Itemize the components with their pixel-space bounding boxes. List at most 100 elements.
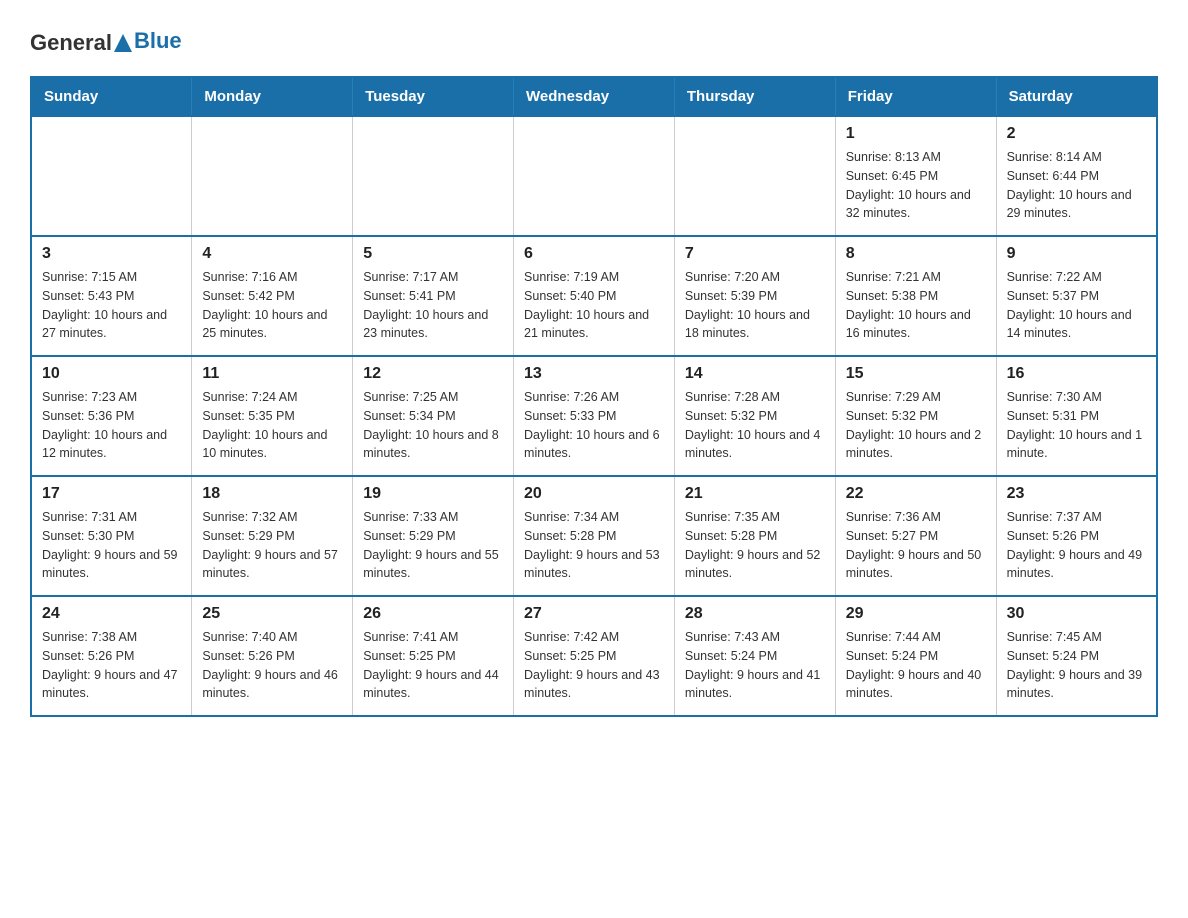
day-info: Sunrise: 7:30 AMSunset: 5:31 PMDaylight:… [1007, 388, 1146, 463]
day-info: Sunrise: 7:40 AMSunset: 5:26 PMDaylight:… [202, 628, 342, 703]
calendar-cell: 21Sunrise: 7:35 AMSunset: 5:28 PMDayligh… [674, 476, 835, 596]
day-info: Sunrise: 7:45 AMSunset: 5:24 PMDaylight:… [1007, 628, 1146, 703]
calendar-cell: 6 Sunrise: 7:19 AMSunset: 5:40 PMDaylight… [514, 236, 675, 356]
calendar-header: SundayMondayTuesdayWednesdayThursdayFrid… [31, 77, 1157, 116]
calendar-cell: 16 Sunrise: 7:30 AMSunset: 5:31 PMDayligh… [996, 356, 1157, 476]
day-info: Sunrise: 7:34 AMSunset: 5:28 PMDaylight:… [524, 508, 664, 583]
calendar-cell [31, 116, 192, 236]
day-info: Sunrise: 7:36 AMSunset: 5:27 PMDaylight:… [846, 508, 986, 583]
day-number: 25 [202, 605, 342, 623]
logo-triangle-icon [114, 34, 132, 52]
day-info: Sunrise: 7:29 AMSunset: 5:32 PMDaylight:… [846, 388, 986, 463]
calendar-week-3: 10Sunrise: 7:23 AMSunset: 5:36 PMDayligh… [31, 356, 1157, 476]
calendar-cell: 8 Sunrise: 7:21 AMSunset: 5:38 PMDaylight… [835, 236, 996, 356]
day-number: 9 [1007, 245, 1146, 263]
day-info: Sunrise: 7:21 AMSunset: 5:38 PMDaylight:… [846, 268, 986, 343]
weekday-header-sunday: Sunday [31, 77, 192, 116]
calendar-cell: 22 Sunrise: 7:36 AMSunset: 5:27 PMDayligh… [835, 476, 996, 596]
day-number: 28 [685, 605, 825, 623]
weekday-header-friday: Friday [835, 77, 996, 116]
day-info: Sunrise: 7:41 AMSunset: 5:25 PMDaylight:… [363, 628, 503, 703]
weekday-header-thursday: Thursday [674, 77, 835, 116]
day-number: 4 [202, 245, 342, 263]
day-number: 30 [1007, 605, 1146, 623]
calendar-week-4: 17 Sunrise: 7:31 AMSunset: 5:30 PMDayligh… [31, 476, 1157, 596]
logo-general-text: General [30, 30, 112, 56]
day-info: Sunrise: 7:32 AMSunset: 5:29 PMDaylight:… [202, 508, 342, 583]
calendar-cell: 13 Sunrise: 7:26 AMSunset: 5:33 PMDayligh… [514, 356, 675, 476]
calendar-week-1: 1Sunrise: 8:13 AMSunset: 6:45 PMDaylight… [31, 116, 1157, 236]
day-info: Sunrise: 7:20 AMSunset: 5:39 PMDaylight:… [685, 268, 825, 343]
day-number: 29 [846, 605, 986, 623]
day-info: Sunrise: 7:28 AMSunset: 5:32 PMDaylight:… [685, 388, 825, 463]
day-number: 16 [1007, 365, 1146, 383]
calendar-cell: 4 Sunrise: 7:16 AMSunset: 5:42 PMDaylight… [192, 236, 353, 356]
day-info: Sunrise: 8:14 AMSunset: 6:44 PMDaylight:… [1007, 148, 1146, 223]
calendar-cell: 5Sunrise: 7:17 AMSunset: 5:41 PMDaylight… [353, 236, 514, 356]
day-info: Sunrise: 7:22 AMSunset: 5:37 PMDaylight:… [1007, 268, 1146, 343]
calendar-cell: 2 Sunrise: 8:14 AMSunset: 6:44 PMDaylight… [996, 116, 1157, 236]
calendar-cell: 26Sunrise: 7:41 AMSunset: 5:25 PMDayligh… [353, 596, 514, 716]
calendar-cell: 28 Sunrise: 7:43 AMSunset: 5:24 PMDayligh… [674, 596, 835, 716]
day-info: Sunrise: 7:43 AMSunset: 5:24 PMDaylight:… [685, 628, 825, 703]
day-number: 5 [363, 245, 503, 263]
day-number: 23 [1007, 485, 1146, 503]
day-number: 17 [42, 485, 181, 503]
calendar-cell [674, 116, 835, 236]
day-info: Sunrise: 7:19 AMSunset: 5:40 PMDaylight:… [524, 268, 664, 343]
day-info: Sunrise: 7:16 AMSunset: 5:42 PMDaylight:… [202, 268, 342, 343]
logo: General Blue [30, 30, 182, 56]
day-number: 20 [524, 485, 664, 503]
day-info: Sunrise: 7:42 AMSunset: 5:25 PMDaylight:… [524, 628, 664, 703]
day-number: 12 [363, 365, 503, 383]
day-info: Sunrise: 7:31 AMSunset: 5:30 PMDaylight:… [42, 508, 181, 583]
day-number: 14 [685, 365, 825, 383]
day-number: 15 [846, 365, 986, 383]
day-number: 11 [202, 365, 342, 383]
calendar-cell: 23 Sunrise: 7:37 AMSunset: 5:26 PMDayligh… [996, 476, 1157, 596]
day-info: Sunrise: 7:25 AMSunset: 5:34 PMDaylight:… [363, 388, 503, 463]
calendar-cell: 1Sunrise: 8:13 AMSunset: 6:45 PMDaylight… [835, 116, 996, 236]
day-number: 13 [524, 365, 664, 383]
calendar-cell: 11 Sunrise: 7:24 AMSunset: 5:35 PMDayligh… [192, 356, 353, 476]
day-number: 3 [42, 245, 181, 263]
day-number: 7 [685, 245, 825, 263]
day-info: Sunrise: 7:35 AMSunset: 5:28 PMDaylight:… [685, 508, 825, 583]
day-info: Sunrise: 7:26 AMSunset: 5:33 PMDaylight:… [524, 388, 664, 463]
weekday-header-wednesday: Wednesday [514, 77, 675, 116]
calendar-cell [514, 116, 675, 236]
day-number: 22 [846, 485, 986, 503]
day-info: Sunrise: 7:24 AMSunset: 5:35 PMDaylight:… [202, 388, 342, 463]
calendar-cell: 10Sunrise: 7:23 AMSunset: 5:36 PMDayligh… [31, 356, 192, 476]
day-number: 8 [846, 245, 986, 263]
calendar-cell: 9 Sunrise: 7:22 AMSunset: 5:37 PMDaylight… [996, 236, 1157, 356]
weekday-header-monday: Monday [192, 77, 353, 116]
calendar-cell: 7 Sunrise: 7:20 AMSunset: 5:39 PMDaylight… [674, 236, 835, 356]
calendar-cell [353, 116, 514, 236]
calendar-cell [192, 116, 353, 236]
day-number: 6 [524, 245, 664, 263]
calendar-cell: 19Sunrise: 7:33 AMSunset: 5:29 PMDayligh… [353, 476, 514, 596]
day-number: 1 [846, 125, 986, 143]
calendar-cell: 25 Sunrise: 7:40 AMSunset: 5:26 PMDayligh… [192, 596, 353, 716]
day-number: 18 [202, 485, 342, 503]
calendar-cell: 30 Sunrise: 7:45 AMSunset: 5:24 PMDayligh… [996, 596, 1157, 716]
calendar-cell: 18 Sunrise: 7:32 AMSunset: 5:29 PMDayligh… [192, 476, 353, 596]
day-number: 10 [42, 365, 181, 383]
day-info: Sunrise: 7:44 AMSunset: 5:24 PMDaylight:… [846, 628, 986, 703]
page-header: General Blue [30, 20, 1158, 56]
calendar-cell: 29 Sunrise: 7:44 AMSunset: 5:24 PMDayligh… [835, 596, 996, 716]
day-info: Sunrise: 7:15 AMSunset: 5:43 PMDaylight:… [42, 268, 181, 343]
calendar-cell: 15 Sunrise: 7:29 AMSunset: 5:32 PMDayligh… [835, 356, 996, 476]
calendar-cell: 3 Sunrise: 7:15 AMSunset: 5:43 PMDaylight… [31, 236, 192, 356]
calendar-cell: 14 Sunrise: 7:28 AMSunset: 5:32 PMDayligh… [674, 356, 835, 476]
day-number: 2 [1007, 125, 1146, 143]
calendar-week-5: 24Sunrise: 7:38 AMSunset: 5:26 PMDayligh… [31, 596, 1157, 716]
day-info: Sunrise: 7:37 AMSunset: 5:26 PMDaylight:… [1007, 508, 1146, 583]
day-number: 19 [363, 485, 503, 503]
calendar-cell: 17 Sunrise: 7:31 AMSunset: 5:30 PMDayligh… [31, 476, 192, 596]
calendar-body: 1Sunrise: 8:13 AMSunset: 6:45 PMDaylight… [31, 116, 1157, 716]
weekday-header-tuesday: Tuesday [353, 77, 514, 116]
calendar-cell: 27Sunrise: 7:42 AMSunset: 5:25 PMDayligh… [514, 596, 675, 716]
calendar-table: SundayMondayTuesdayWednesdayThursdayFrid… [30, 76, 1158, 717]
